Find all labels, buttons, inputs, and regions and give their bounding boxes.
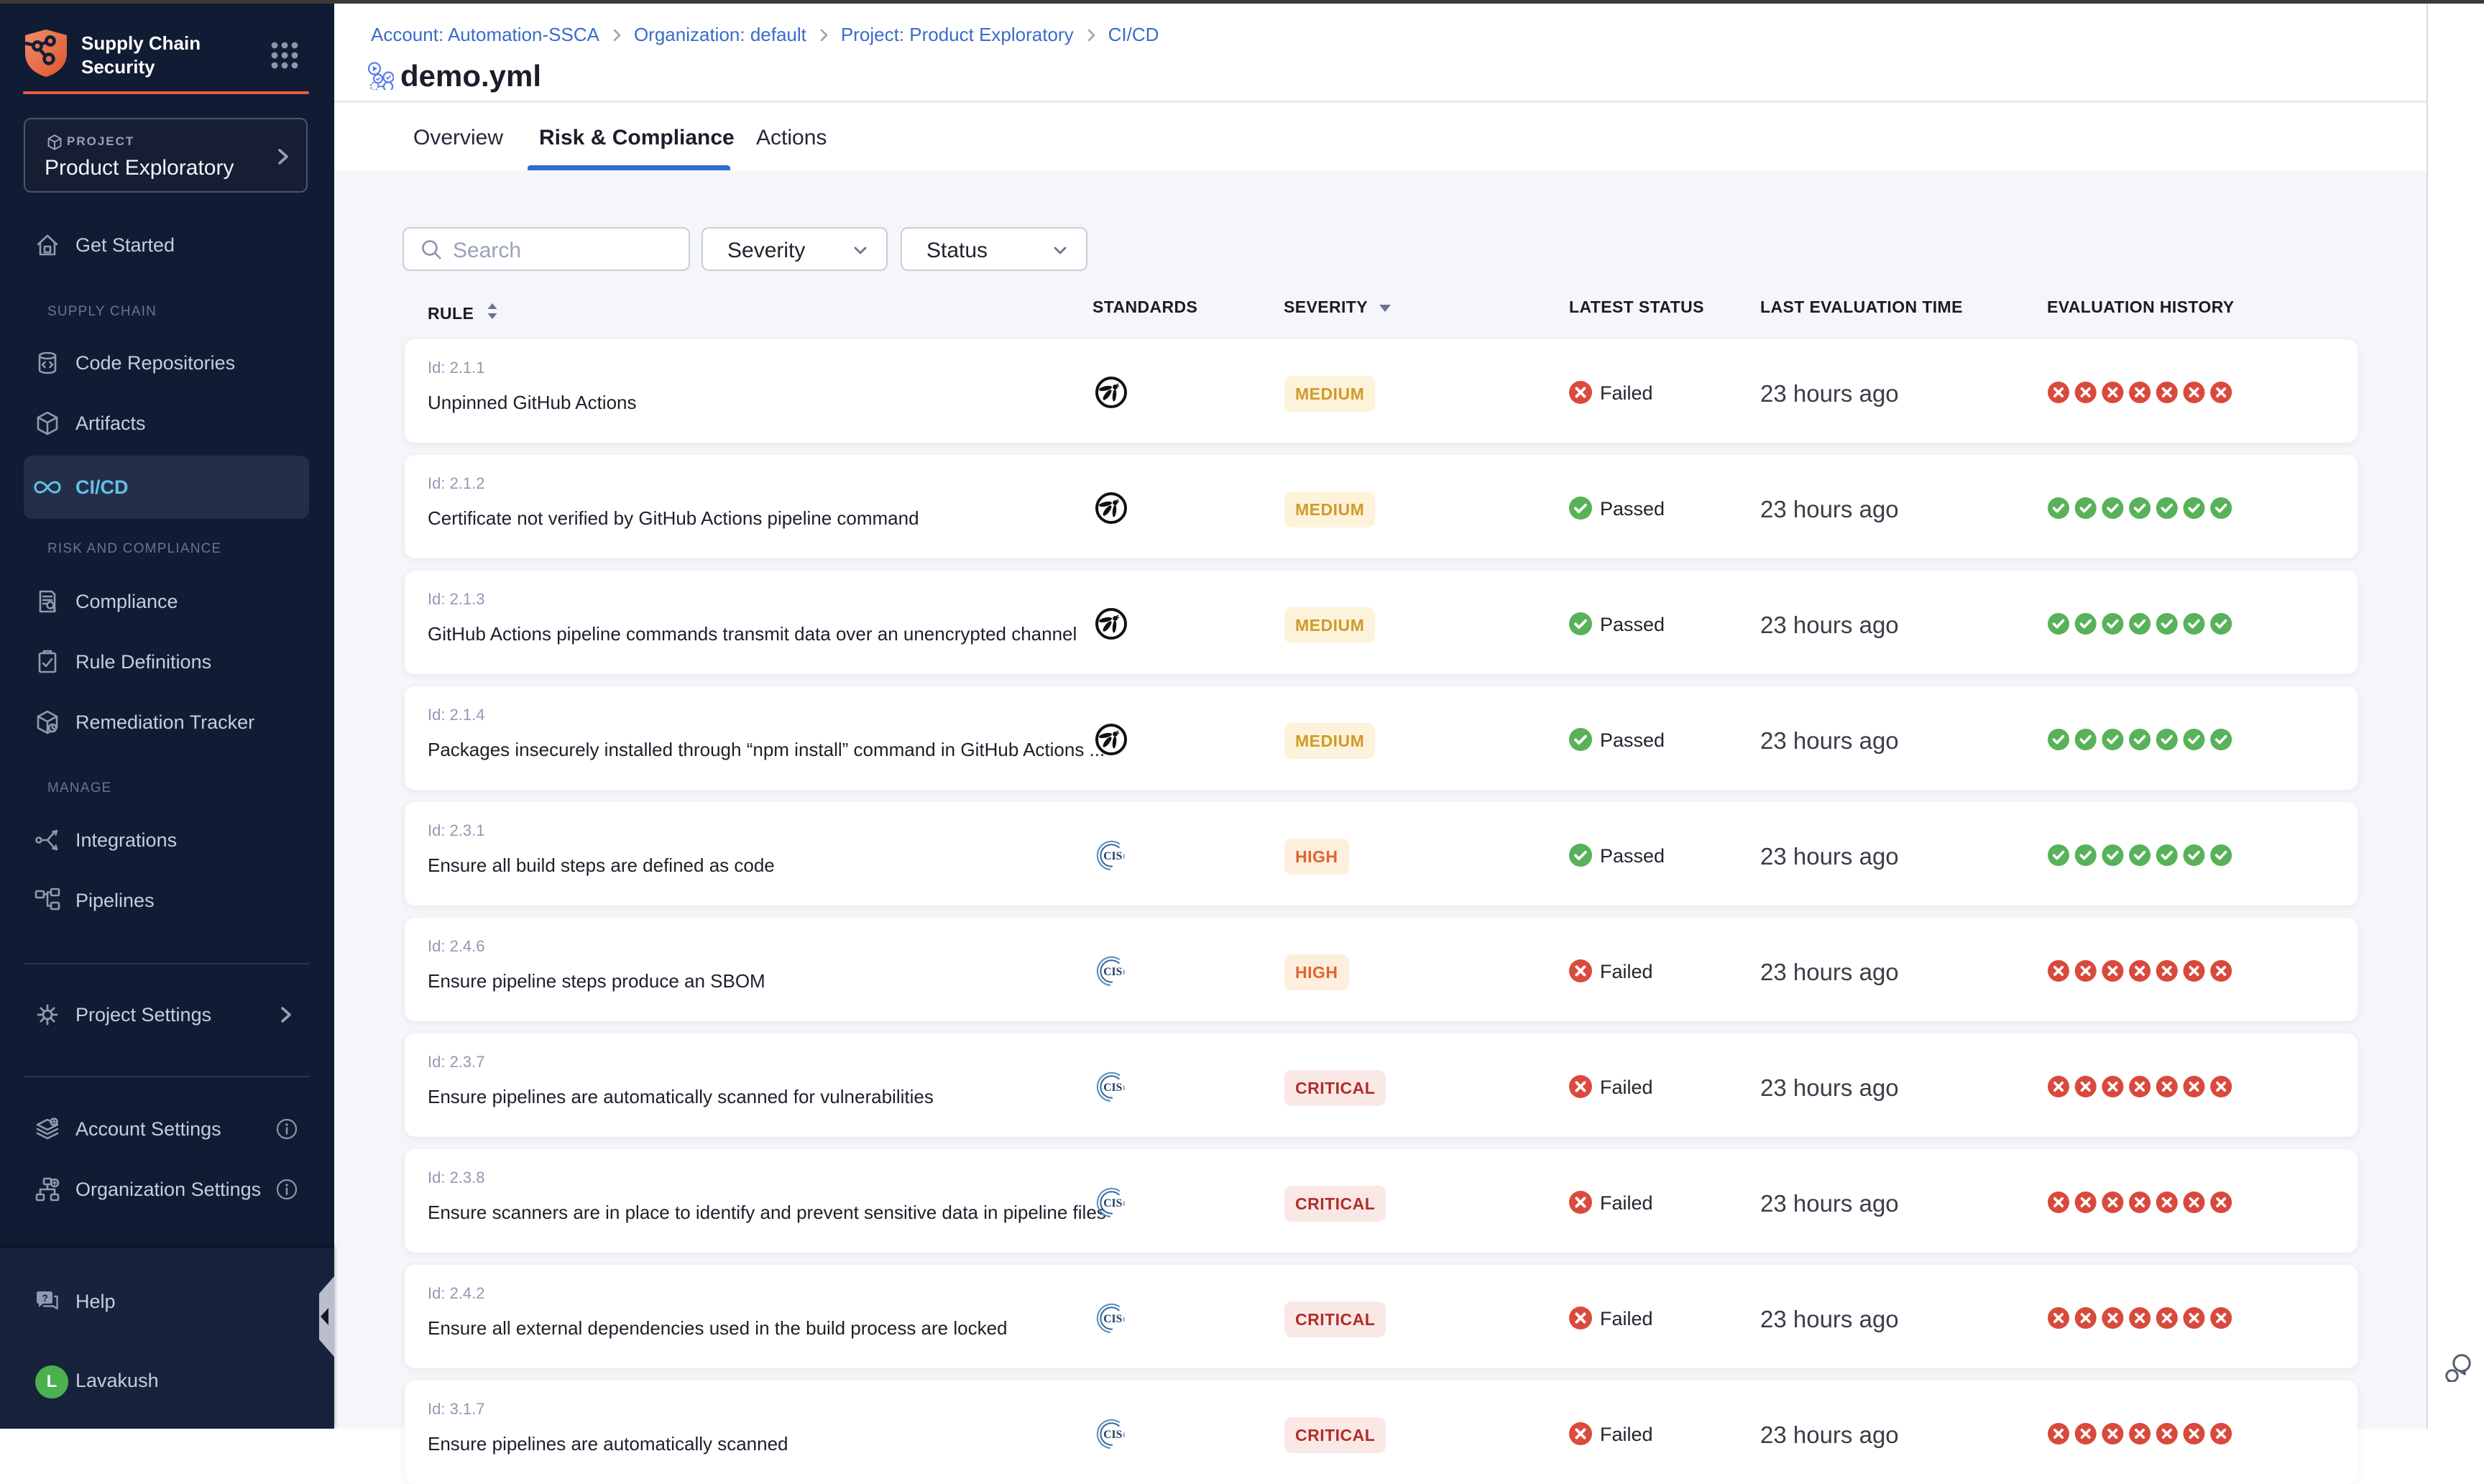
svg-text:CIS: CIS	[1103, 1082, 1122, 1094]
svg-text:CIS: CIS	[1103, 966, 1122, 978]
svg-text:CIS: CIS	[1103, 1197, 1122, 1209]
svg-text:CIS: CIS	[1103, 1429, 1122, 1441]
svg-text:CIS: CIS	[1103, 1313, 1122, 1325]
svg-text:CIS: CIS	[1103, 850, 1122, 862]
svg-text:?: ?	[42, 1293, 48, 1304]
